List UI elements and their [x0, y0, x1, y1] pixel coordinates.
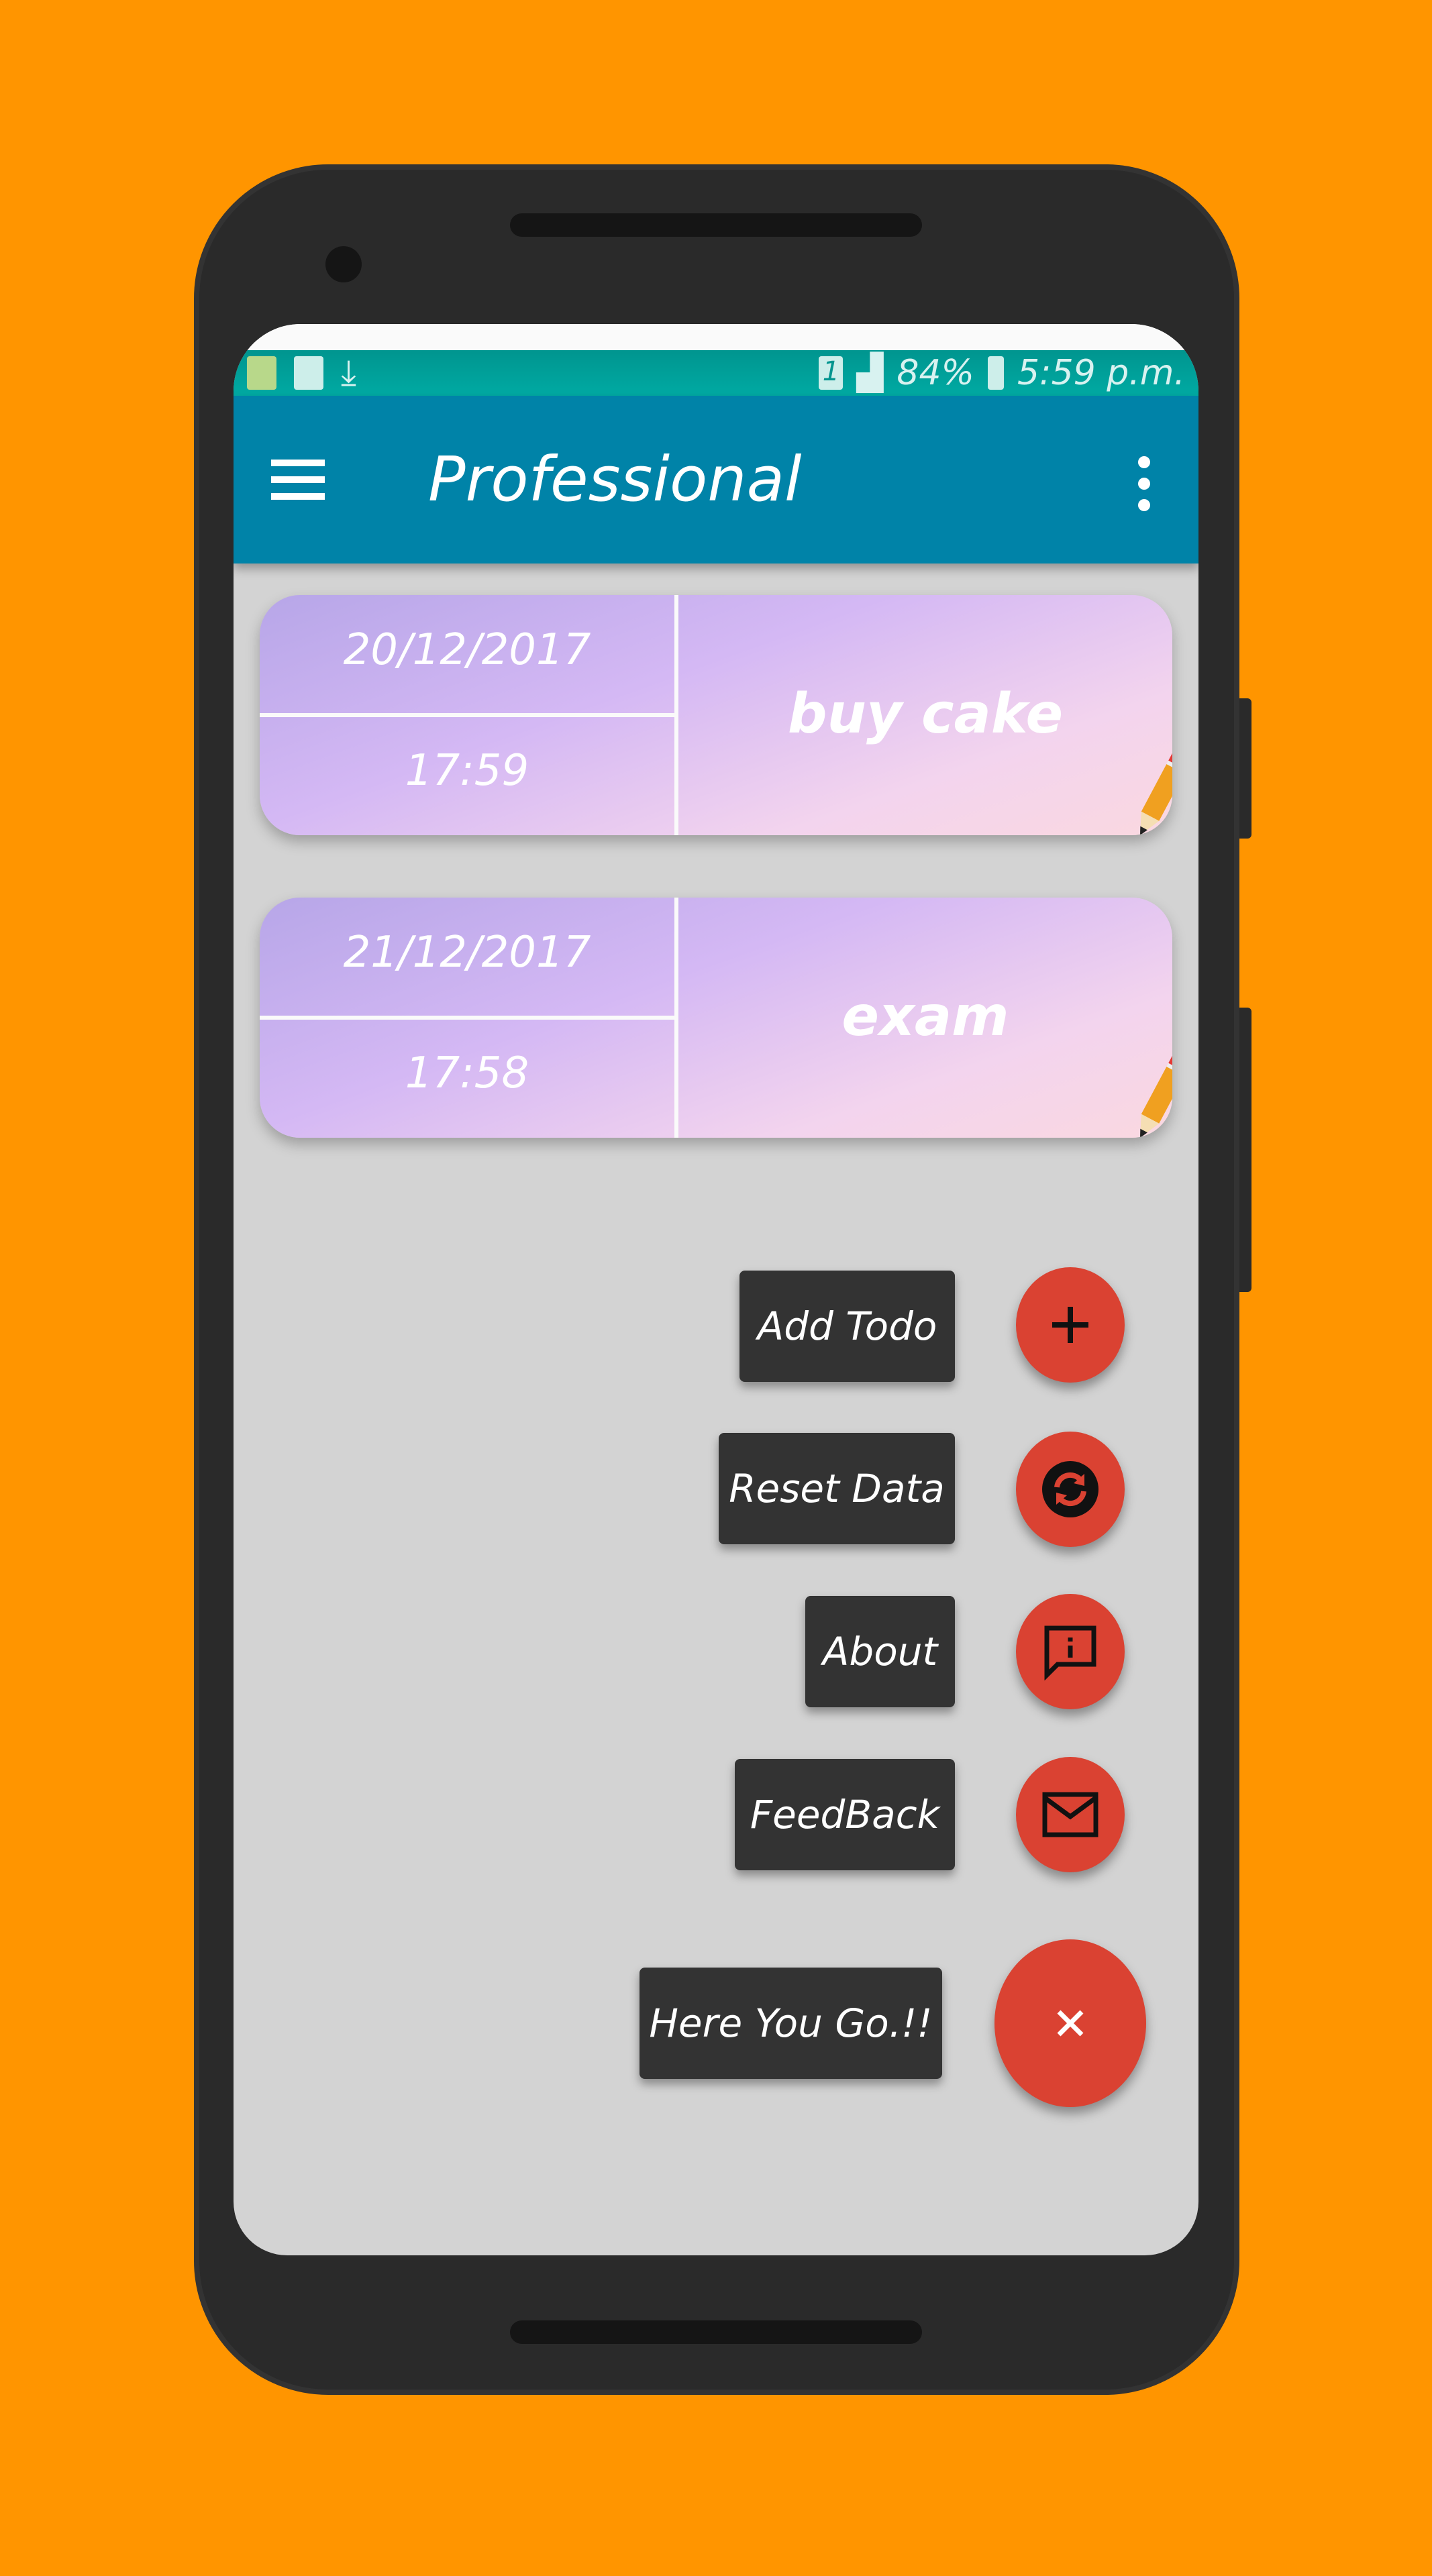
todo-card[interactable]: 20/12/2017 17:59 buy cake: [260, 595, 1172, 835]
todo-task: buy cake: [787, 682, 1064, 746]
main-fab-label[interactable]: Here You Go.!!: [640, 1968, 942, 2079]
front-camera: [325, 246, 362, 282]
close-icon: [1057, 2010, 1084, 2037]
signal-icon: ▟: [856, 353, 884, 393]
battery-percent: 84%: [897, 353, 974, 393]
toolbar: Professional: [234, 396, 1198, 564]
todo-time: 17:59: [405, 746, 529, 796]
add-todo-button[interactable]: [1016, 1267, 1125, 1383]
top-strip: [234, 324, 1198, 350]
clock: 5:59 p.m.: [1017, 353, 1185, 393]
top-speaker: [510, 213, 922, 237]
more-options-icon[interactable]: [1138, 456, 1152, 521]
reset-data-button[interactable]: [1016, 1432, 1125, 1547]
edit-pencil-icon[interactable]: [1123, 1045, 1172, 1138]
sim-icon: 1: [819, 356, 843, 390]
about-button[interactable]: [1016, 1594, 1125, 1709]
hamburger-menu-icon[interactable]: [271, 460, 325, 500]
divider: [260, 1016, 674, 1020]
feedback-label[interactable]: FeedBack: [735, 1759, 955, 1870]
todo-task: exam: [841, 985, 1009, 1049]
mail-icon: [1042, 1792, 1098, 1837]
about-label[interactable]: About: [805, 1596, 955, 1707]
info-message-icon: [1044, 1625, 1096, 1680]
app-screen: ⤓ 1 ▟ 84% 5:59 p.m. Professional 20/12/2…: [234, 324, 1198, 2255]
download-icon: ⤓: [341, 352, 356, 393]
todo-date: 20/12/2017: [343, 625, 591, 675]
page-title: Professional: [428, 443, 802, 515]
add-todo-label[interactable]: Add Todo: [739, 1271, 955, 1382]
power-button: [1239, 698, 1251, 839]
refresh-icon: [1042, 1461, 1098, 1517]
close-fab-button[interactable]: [994, 1939, 1146, 2107]
app-notification-icon: [247, 356, 276, 390]
plus-icon: [1052, 1307, 1088, 1343]
divider: [260, 713, 674, 717]
battery-icon: [987, 356, 1004, 390]
bottom-speaker: [510, 2320, 922, 2344]
todo-date: 21/12/2017: [343, 928, 591, 977]
status-bar: ⤓ 1 ▟ 84% 5:59 p.m.: [234, 350, 1198, 396]
edit-pencil-icon[interactable]: [1123, 743, 1172, 835]
volume-button: [1239, 1008, 1251, 1292]
image-notification-icon: [294, 356, 323, 390]
feedback-button[interactable]: [1016, 1757, 1125, 1872]
reset-data-label[interactable]: Reset Data: [719, 1433, 955, 1544]
todo-card[interactable]: 21/12/2017 17:58 exam: [260, 898, 1172, 1138]
todo-time: 17:58: [405, 1049, 529, 1098]
